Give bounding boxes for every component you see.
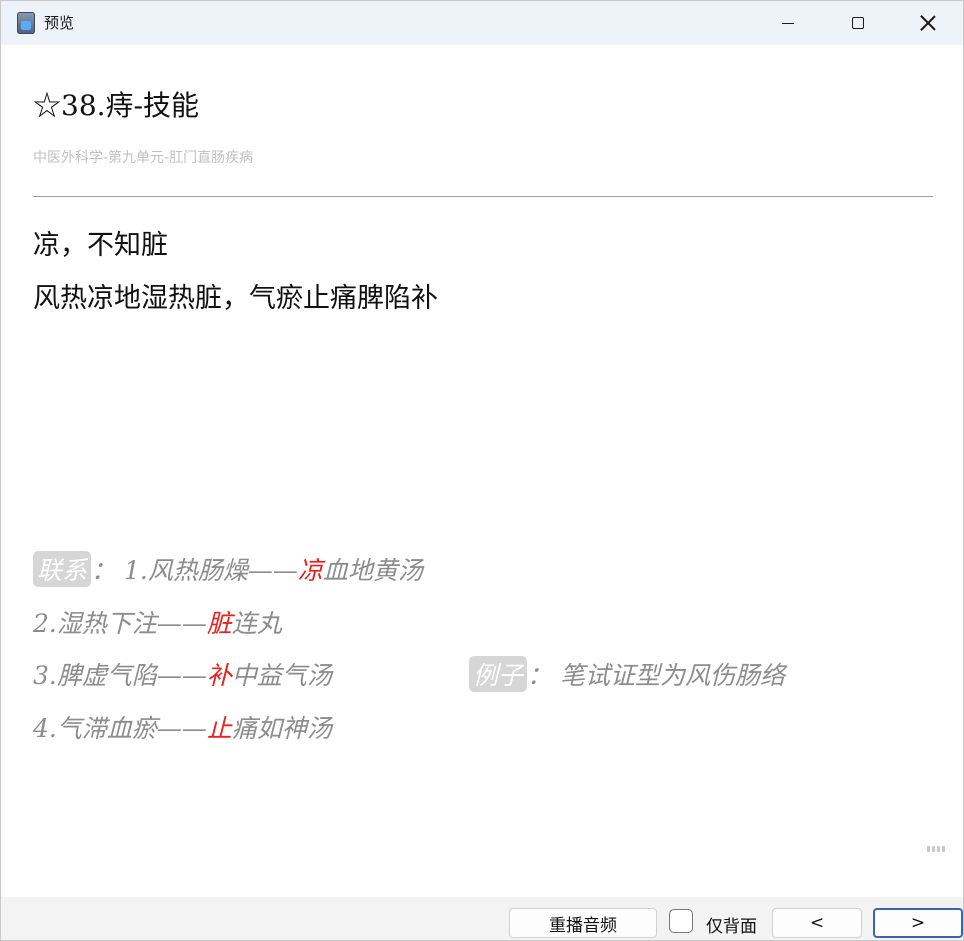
- note-suffix: 痛如神汤: [231, 714, 332, 743]
- note-key: 补: [206, 661, 232, 690]
- example-tag: 例子: [469, 656, 528, 692]
- note-item-1: 联系： 1.风热肠燥——凉血地黄汤: [33, 551, 423, 587]
- maximize-icon: [852, 17, 864, 29]
- minimize-button[interactable]: [753, 1, 823, 45]
- resize-grip-icon[interactable]: [927, 846, 949, 852]
- back-only-checkbox[interactable]: [669, 909, 693, 933]
- close-icon: [920, 15, 936, 31]
- close-button[interactable]: [893, 1, 963, 45]
- replay-audio-button[interactable]: 重播音频: [509, 908, 657, 938]
- note-item-2: 2.湿热下注——脏连丸: [33, 604, 282, 640]
- minimize-icon: [782, 22, 794, 24]
- note-key: 凉: [297, 556, 323, 585]
- note-prefix: 1.风热肠燥——: [123, 556, 298, 585]
- link-tag: 联系: [33, 551, 92, 587]
- divider: [33, 196, 933, 197]
- next-button[interactable]: >: [873, 908, 963, 938]
- previous-button[interactable]: <: [772, 908, 862, 938]
- preview-window: 预览 ☆38.痔-技能 中医外科学-第九单元-肛门直肠疾病 凉，不知脏 风热凉地…: [0, 0, 964, 941]
- title-bar[interactable]: 预览: [1, 1, 963, 45]
- tag-separator: ：: [91, 556, 117, 585]
- note-prefix: 3.脾虚气陷——: [33, 661, 207, 690]
- app-icon: [17, 12, 35, 34]
- mnemonic-line-1: 凉，不知脏: [33, 230, 168, 261]
- bottom-toolbar: 重播音频 仅背面 < >: [1, 897, 963, 940]
- window-title: 预览: [44, 14, 75, 32]
- deck-breadcrumb: 中医外科学-第九单元-肛门直肠疾病: [33, 150, 254, 166]
- note-key: 止: [206, 714, 232, 743]
- note-item-3: 3.脾虚气陷——补中益气汤: [33, 656, 332, 692]
- maximize-button[interactable]: [823, 1, 893, 45]
- card-title: ☆38.痔-技能: [33, 89, 199, 122]
- note-prefix: 4.气滞血瘀——: [33, 714, 207, 743]
- note-key: 脏: [206, 609, 232, 638]
- note-suffix: 连丸: [231, 609, 282, 638]
- back-only-label[interactable]: 仅背面: [706, 912, 757, 937]
- note-item-4: 4.气滞血瘀——止痛如神汤: [33, 709, 332, 745]
- tag-separator: ：: [527, 661, 553, 690]
- mnemonic-line-2: 风热凉地湿热脏，气瘀止痛脾陷补: [33, 283, 438, 314]
- example-note: 例子： 笔试证型为风伤肠络: [469, 656, 785, 692]
- note-suffix: 血地黄汤: [322, 556, 423, 585]
- note-suffix: 中益气汤: [231, 661, 332, 690]
- example-text: 笔试证型为风伤肠络: [559, 661, 785, 690]
- note-prefix: 2.湿热下注——: [33, 609, 207, 638]
